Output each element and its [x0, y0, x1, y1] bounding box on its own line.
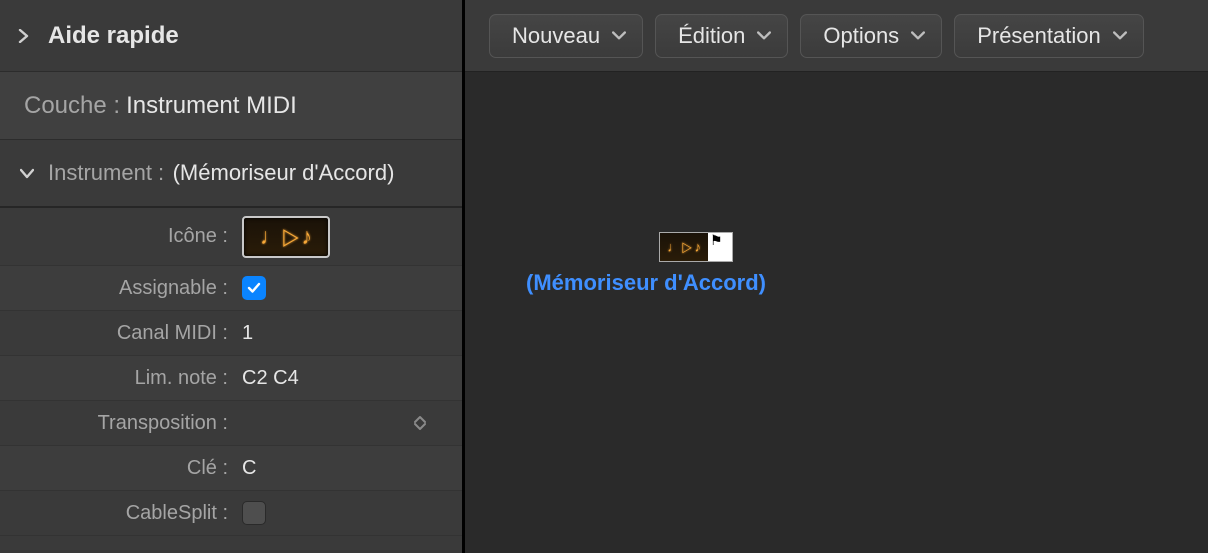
quick-help-header[interactable]: Aide rapide	[0, 0, 462, 72]
flag-icon: ⚑	[708, 233, 732, 261]
chord-memorizer-icon: ♩▷♪	[667, 241, 700, 253]
prop-note-limit-row: Lim. note : C2 C4	[0, 356, 462, 401]
environment-area: Nouveau Édition Options Présentation	[465, 0, 1208, 553]
prop-midi-channel-label: Canal MIDI :	[0, 322, 232, 345]
menu-edit-label: Édition	[678, 23, 745, 49]
note-limit-value[interactable]: C2 C4	[242, 367, 299, 390]
chevron-down-icon	[20, 166, 34, 180]
prop-key-label: Clé :	[0, 457, 232, 480]
inspector-panel: Aide rapide Couche : Instrument MIDI Ins…	[0, 0, 465, 553]
chevron-right-icon	[16, 29, 30, 43]
prop-cablesplit-label: CableSplit :	[0, 502, 232, 525]
instrument-header[interactable]: Instrument : (Mémoriseur d'Accord)	[0, 140, 462, 208]
chevron-down-icon	[612, 31, 626, 41]
menu-presentation[interactable]: Présentation	[954, 14, 1144, 58]
layer-label: Couche :	[24, 92, 120, 120]
chevron-down-icon	[911, 31, 925, 41]
layer-value: Instrument MIDI	[126, 92, 297, 120]
prop-icon-row: Icône : ♩▷♪	[0, 208, 462, 266]
menu-options-label: Options	[823, 23, 899, 49]
prop-assignable-label: Assignable :	[0, 277, 232, 300]
menu-presentation-label: Présentation	[977, 23, 1101, 49]
environment-canvas[interactable]: ♩▷♪ ⚑ (Mémoriseur d'Accord)	[465, 72, 1208, 553]
prop-assignable-row: Assignable :	[0, 266, 462, 311]
environment-object[interactable]: ♩▷♪ ⚑ (Mémoriseur d'Accord)	[511, 232, 781, 296]
cablesplit-checkbox[interactable]	[242, 501, 266, 525]
prop-transposition-row: Transposition :	[0, 401, 462, 446]
instrument-label: Instrument :	[48, 160, 164, 185]
icon-preview[interactable]: ♩▷♪	[242, 216, 330, 258]
prop-midi-channel-row: Canal MIDI : 1	[0, 311, 462, 356]
object-icon: ♩▷♪ ⚑	[659, 232, 733, 262]
chevron-down-icon	[757, 31, 771, 41]
stepper-icon[interactable]	[414, 415, 432, 431]
layer-row[interactable]: Couche : Instrument MIDI	[0, 72, 462, 140]
menu-edit[interactable]: Édition	[655, 14, 788, 58]
quick-help-title: Aide rapide	[48, 22, 179, 50]
prop-cablesplit-row: CableSplit :	[0, 491, 462, 536]
prop-key-row: Clé : C	[0, 446, 462, 491]
environment-toolbar: Nouveau Édition Options Présentation	[465, 0, 1208, 72]
menu-new[interactable]: Nouveau	[489, 14, 643, 58]
prop-transposition-label: Transposition :	[0, 412, 232, 435]
properties-list: Icône : ♩▷♪ Assignable :	[0, 208, 462, 536]
chevron-down-icon	[1113, 31, 1127, 41]
key-value[interactable]: C	[242, 457, 256, 480]
prop-note-limit-label: Lim. note :	[0, 367, 232, 390]
midi-channel-value[interactable]: 1	[242, 322, 253, 345]
assignable-checkbox[interactable]	[242, 276, 266, 300]
menu-new-label: Nouveau	[512, 23, 600, 49]
object-label[interactable]: (Mémoriseur d'Accord)	[526, 270, 766, 296]
menu-options[interactable]: Options	[800, 14, 942, 58]
chord-memorizer-icon: ♩▷♪	[260, 227, 311, 247]
instrument-value: (Mémoriseur d'Accord)	[173, 160, 395, 185]
prop-icon-label: Icône :	[0, 225, 232, 248]
